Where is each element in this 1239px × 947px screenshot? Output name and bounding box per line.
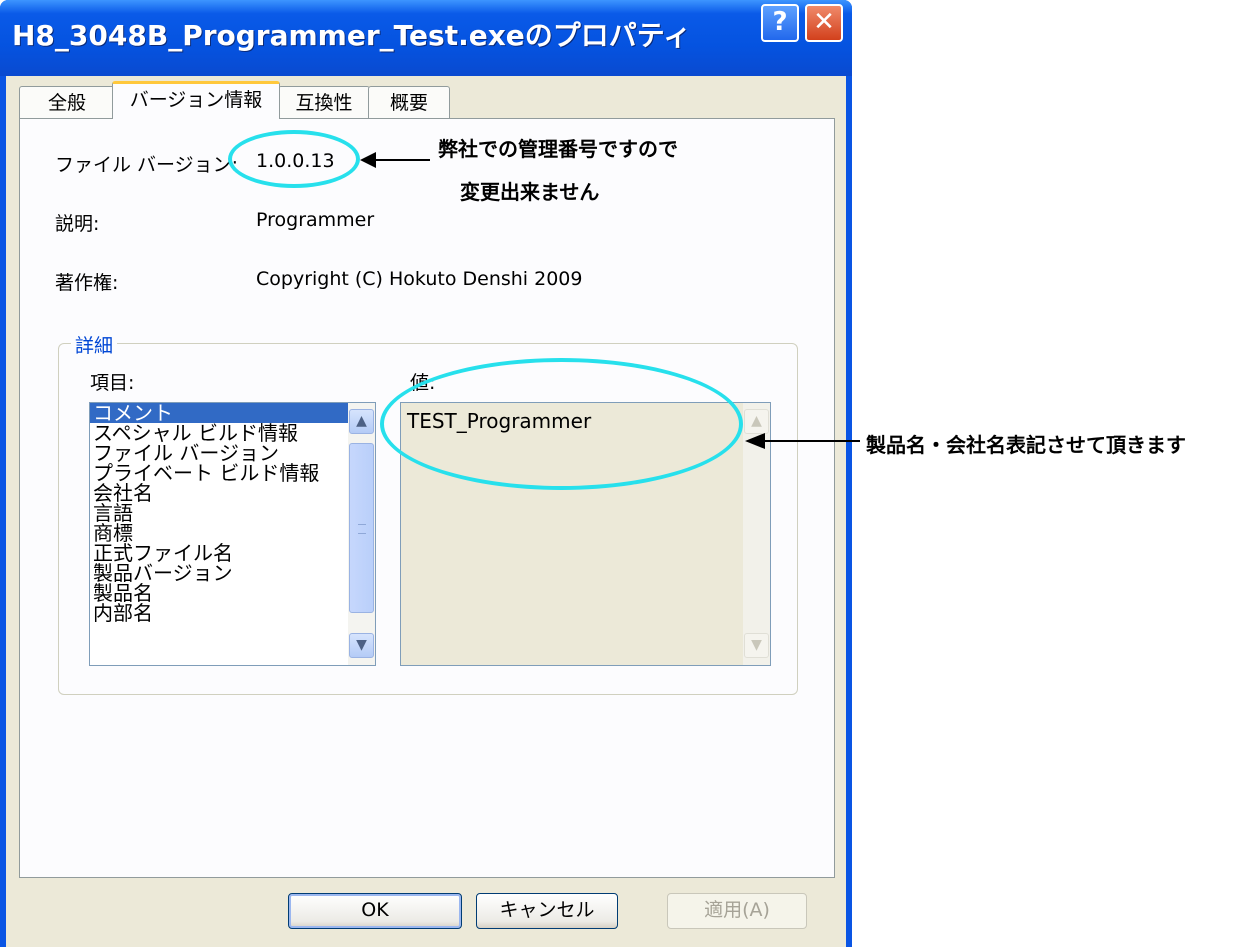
version-arrow-head (360, 152, 376, 168)
value-arrow-head (745, 433, 765, 449)
value-note: 製品名・会社名表記させて頂きます (866, 433, 1186, 457)
version-note-line2: 変更出来ません (460, 180, 600, 204)
version-note-line1: 弊社での管理番号ですので (438, 137, 678, 161)
